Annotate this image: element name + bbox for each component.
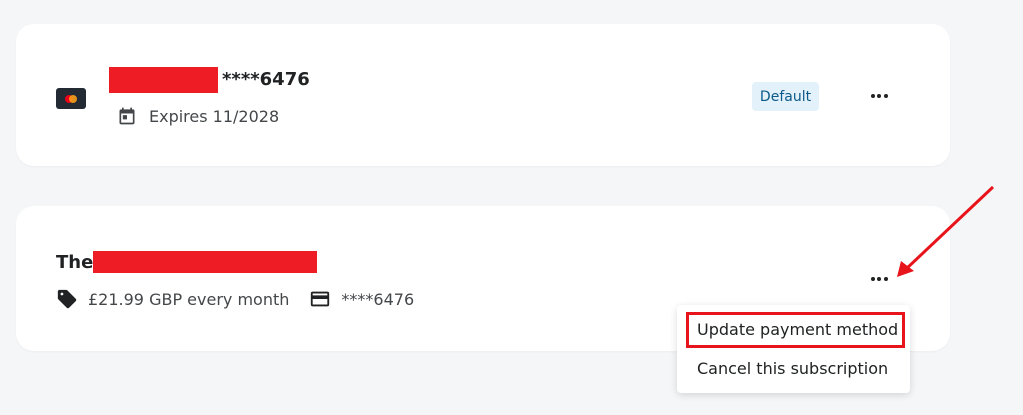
annotation-arrow [897,185,995,277]
